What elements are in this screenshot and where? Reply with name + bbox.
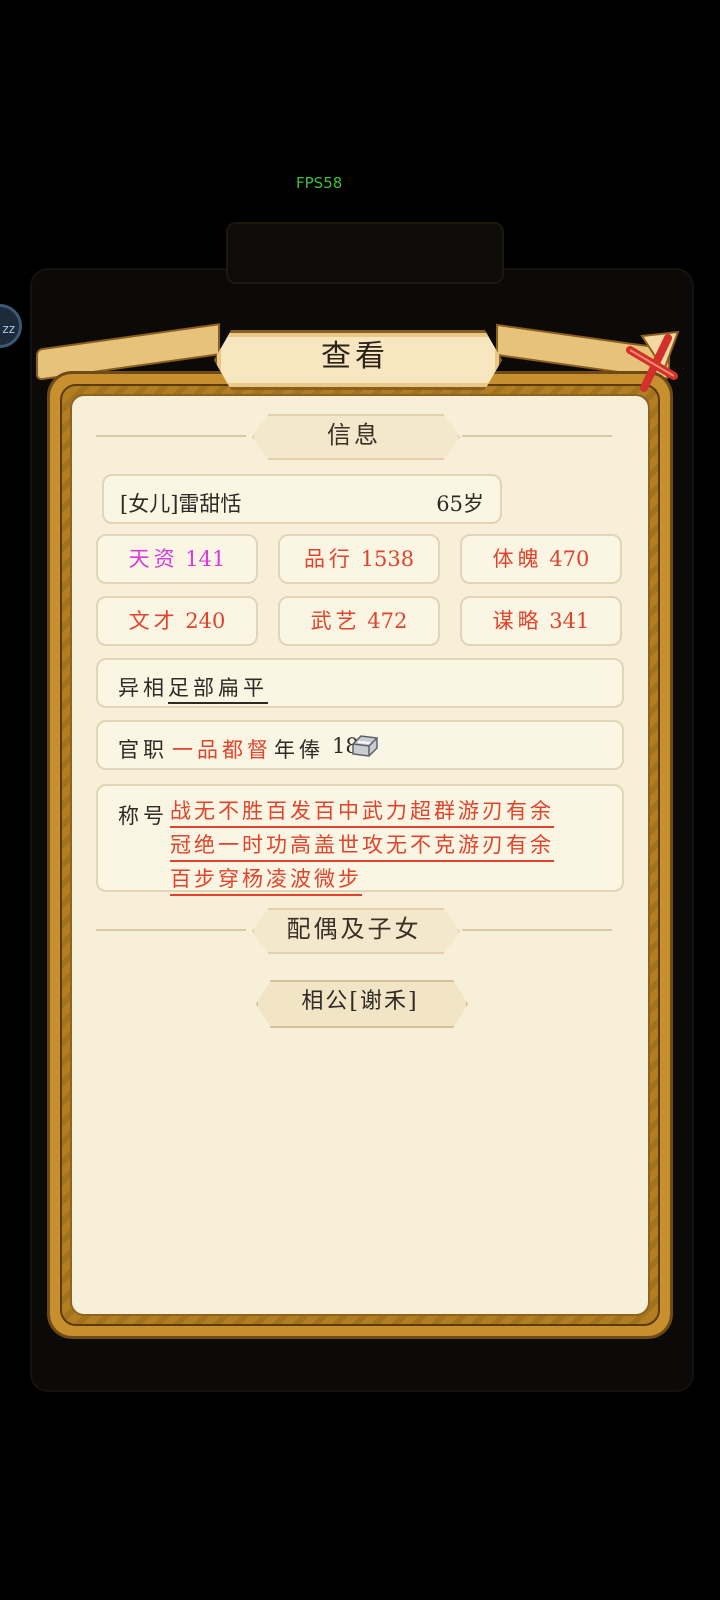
person-name: [女儿]雷甜恬: [120, 492, 242, 516]
close-icon[interactable]: [624, 330, 680, 394]
stat-value: 470: [542, 547, 590, 571]
honor-title[interactable]: 百发百中: [266, 796, 362, 828]
stat-5: 谋略 341: [460, 596, 622, 646]
stat-label: 武艺: [310, 609, 361, 633]
salary-label: 年俸: [274, 738, 324, 762]
section-title-spouse: 配偶及子女: [286, 915, 422, 943]
stat-value: 341: [542, 609, 590, 633]
stat-3: 文才 240: [96, 596, 258, 646]
honor-title[interactable]: 武力超群: [362, 796, 458, 828]
stat-0: 天资 141: [96, 534, 258, 584]
appearance-label: 异相: [118, 676, 168, 700]
spouse-label: 相公[谢禾]: [301, 989, 419, 1014]
honors-list: 战无不胜百发百中武力超群游刃有余冠绝一时功高盖世攻无不克游刃有余百步穿杨凌波微步: [170, 796, 590, 898]
stat-2: 体魄 470: [460, 534, 622, 584]
stat-value: 141: [178, 547, 226, 571]
section-header-spouse: 配偶及子女: [96, 908, 616, 954]
side-badge[interactable]: zz: [0, 304, 22, 348]
silver-ingot-icon: [352, 735, 378, 757]
stat-1: 品行 1538: [278, 534, 440, 584]
spouse-button[interactable]: 相公[谢禾]: [256, 980, 468, 1028]
office-label: 官职: [118, 738, 168, 762]
honors-label: 称号: [118, 804, 168, 828]
background-title-plate: [226, 222, 504, 284]
honor-title[interactable]: 游刃有余: [458, 830, 554, 862]
honor-title[interactable]: 游刃有余: [458, 796, 554, 828]
honor-title[interactable]: 功高盖世: [266, 830, 362, 862]
honors-row: 称号 战无不胜百发百中武力超群游刃有余冠绝一时功高盖世攻无不克游刃有余百步穿杨凌…: [96, 784, 624, 896]
stat-4: 武艺 472: [278, 596, 440, 646]
fps-counter: FPS58: [296, 174, 343, 192]
honor-title[interactable]: 战无不胜: [170, 796, 266, 828]
stat-value: 1538: [353, 547, 415, 571]
honor-title[interactable]: 百步穿杨: [170, 864, 266, 896]
section-title-info: 信息: [327, 421, 381, 449]
dialog-title: 查看: [321, 339, 389, 374]
honor-title[interactable]: 攻无不克: [362, 830, 458, 862]
section-header-info: 信息: [96, 414, 616, 460]
honor-title[interactable]: 凌波微步: [266, 864, 362, 896]
person-age: 65岁: [436, 492, 484, 516]
appearance-row: 异相 足部扁平: [96, 658, 624, 708]
stat-label: 体魄: [492, 547, 543, 571]
stat-value: 240: [178, 609, 226, 633]
office-title: 一品都督: [172, 738, 272, 762]
stat-label: 天资: [128, 547, 179, 571]
stat-label: 品行: [303, 547, 354, 571]
stat-label: 谋略: [492, 609, 543, 633]
office-row: 官职 一品都督 年俸 18: [96, 720, 624, 770]
stat-value: 472: [360, 609, 408, 633]
person-card: [女儿]雷甜恬 65岁: [102, 474, 502, 524]
appearance-value[interactable]: 足部扁平: [168, 672, 268, 704]
honor-title[interactable]: 冠绝一时: [170, 830, 266, 862]
stat-label: 文才: [128, 609, 179, 633]
